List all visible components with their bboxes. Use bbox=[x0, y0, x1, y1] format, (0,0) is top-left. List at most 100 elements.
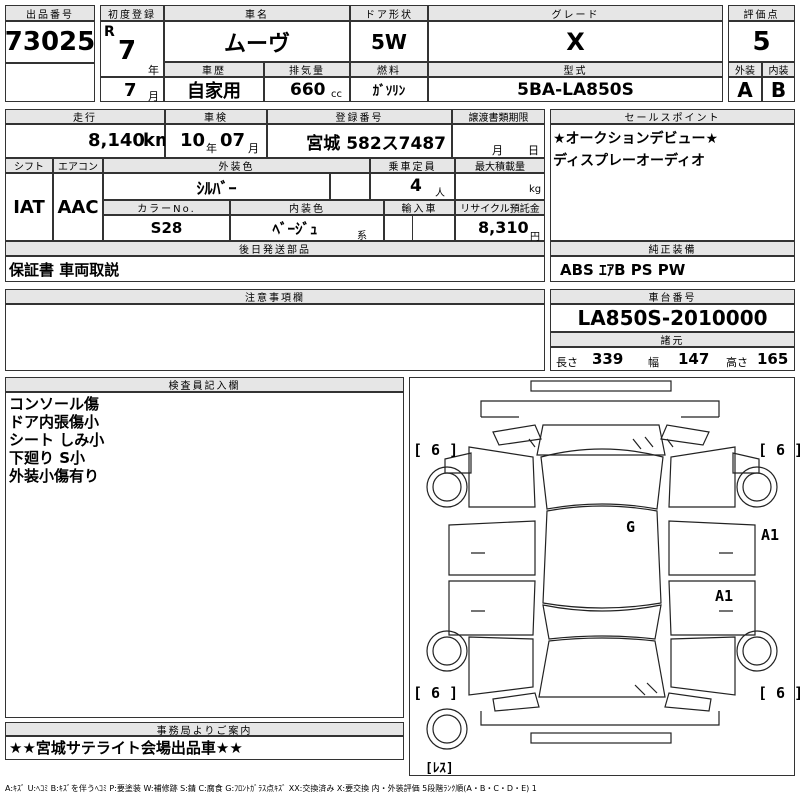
fender-rear-right bbox=[670, 636, 736, 696]
int-label: 内装 bbox=[762, 62, 795, 77]
capacity-value: 4 bbox=[410, 176, 422, 196]
chassis-number: LA850S-2010000 bbox=[577, 306, 768, 330]
wheel-front-right-inner bbox=[742, 472, 772, 502]
front-bumper-outline bbox=[480, 400, 720, 417]
score-label: 評価点 bbox=[728, 5, 795, 21]
lot-blank bbox=[5, 63, 95, 102]
later-parts-label: 後日発送部品 bbox=[5, 241, 545, 256]
load-label: 最大積載量 bbox=[455, 158, 545, 173]
legend-text: A:ｷｽﾞ U:ﾍｺﾐ B:ｷｽﾞを伴うﾍｺﾐ P:要塗装 W:補修跡 S:錆 … bbox=[5, 784, 537, 793]
office-value: ★★宮城サテライト会場出品車★★ bbox=[9, 739, 243, 757]
spare-tire-inner bbox=[432, 714, 462, 744]
later-parts-value: 保証書 車両取説 bbox=[9, 261, 120, 279]
inspection-year: 10 bbox=[180, 130, 206, 151]
door-rear-right bbox=[668, 580, 756, 636]
door-front-right bbox=[668, 520, 756, 576]
color-label: 外装色 bbox=[103, 158, 370, 173]
type-value: 5BA-LA850S bbox=[517, 79, 634, 100]
score-value: 5 bbox=[752, 26, 771, 57]
windshield bbox=[540, 448, 664, 510]
transfer-day: 日 bbox=[528, 144, 539, 157]
sales-point-label: セールスポイント bbox=[550, 109, 795, 124]
fender-front-left bbox=[468, 446, 536, 508]
ext-label: 外装 bbox=[728, 62, 762, 77]
rear-glass-hatch bbox=[634, 682, 658, 696]
door-front-left bbox=[448, 520, 536, 576]
history-label: 車歴 bbox=[164, 62, 264, 77]
capacity-unit: 人 bbox=[435, 188, 445, 199]
mark-front-left-tire: [ 6 ] bbox=[413, 441, 459, 459]
inspector-line-2: ドア内張傷小 bbox=[9, 413, 100, 431]
reg-month: 7 bbox=[124, 80, 137, 101]
inspection-month: 07 bbox=[220, 130, 246, 151]
mark-rear-tire: [ﾚｽ] bbox=[425, 761, 454, 776]
rear-hatch bbox=[538, 637, 666, 698]
history-value: 自家用 bbox=[187, 80, 241, 102]
inspection-year-unit: 年 bbox=[206, 142, 217, 155]
caution-label: 注意事項欄 bbox=[5, 289, 545, 304]
recycle-label: リサイクル預託金 bbox=[455, 200, 545, 215]
spec-label: 諸元 bbox=[550, 332, 795, 347]
width-label: 幅 bbox=[648, 356, 659, 369]
capacity-label: 乗車定員 bbox=[370, 158, 455, 173]
reg-month-unit: 月 bbox=[148, 90, 159, 103]
headlight-right bbox=[660, 424, 710, 446]
color-no-value: S28 bbox=[150, 219, 183, 237]
rear-bumper-outline bbox=[480, 711, 720, 726]
rear-glass bbox=[542, 604, 662, 640]
reg-era: R bbox=[104, 24, 115, 40]
displacement-unit: cc bbox=[331, 89, 342, 100]
import-label: 輸入車 bbox=[384, 200, 455, 215]
genuine-equipment-value: ABS ｴｱB PS PW bbox=[560, 261, 686, 279]
interior-color-label: 内装色 bbox=[230, 200, 384, 215]
grade-label: グレード bbox=[428, 5, 723, 21]
type-label: 型式 bbox=[428, 62, 723, 77]
roof bbox=[542, 505, 662, 609]
color-value: ｼﾙﾊﾞｰ bbox=[196, 178, 237, 198]
door-type: 5W bbox=[371, 29, 407, 54]
ac-value: AAC bbox=[57, 196, 99, 218]
hood bbox=[536, 424, 666, 456]
chassis-label: 車台番号 bbox=[550, 289, 795, 304]
inspector-line-5: 外装小傷有り bbox=[9, 467, 100, 485]
lot-label: 出品番号 bbox=[5, 5, 95, 21]
load-unit: kg bbox=[529, 184, 542, 195]
fuel-label: 燃料 bbox=[350, 62, 428, 77]
color-blank bbox=[330, 173, 370, 200]
reg-year-unit: 年 bbox=[148, 64, 159, 77]
office-label: 事務局よりご案内 bbox=[5, 722, 404, 736]
mark-rear-left-tire: [ 6 ] bbox=[413, 684, 459, 702]
inspection-month-unit: 月 bbox=[248, 142, 259, 155]
mark-front-right-tire: [ 6 ] bbox=[758, 441, 800, 459]
rear-bumper-bottom bbox=[530, 732, 672, 744]
color-no-label: カラーNo. bbox=[103, 200, 230, 215]
displacement-label: 排気量 bbox=[264, 62, 350, 77]
inspector-line-1: コンソール傷 bbox=[9, 395, 100, 413]
sales-point-line-1: ★オークションデビュー★ bbox=[553, 131, 719, 147]
int-score: B bbox=[770, 77, 787, 102]
ext-score: A bbox=[737, 77, 753, 102]
transfer-label: 譲渡書類期限 bbox=[452, 109, 545, 124]
fender-rear-left bbox=[468, 636, 534, 696]
wheel-rear-left-inner bbox=[432, 636, 462, 666]
import-box-inner bbox=[412, 215, 455, 241]
inspector-label: 検査員記入欄 bbox=[5, 377, 404, 392]
wheel-front-left-inner bbox=[432, 472, 462, 502]
front-bumper-top bbox=[530, 380, 672, 392]
length-label: 長さ bbox=[556, 356, 578, 369]
model-label: 車名 bbox=[164, 5, 350, 21]
fuel-value: ｶﾞｿﾘﾝ bbox=[372, 84, 406, 99]
genuine-equipment-label: 純正装備 bbox=[550, 241, 795, 256]
model-name: ムーヴ bbox=[223, 31, 290, 57]
headlight-left bbox=[492, 424, 542, 446]
grade-value: X bbox=[566, 27, 585, 56]
fender-front-right bbox=[668, 446, 736, 508]
displacement-value: 660 bbox=[290, 80, 326, 100]
length-value: 339 bbox=[592, 350, 624, 368]
sales-point-line-2: ディスプレーオーディオ bbox=[553, 153, 706, 169]
taillight-left bbox=[492, 692, 540, 712]
door-label: ドア形状 bbox=[350, 5, 428, 21]
caution-box bbox=[5, 304, 545, 371]
mark-windshield-g: G bbox=[626, 518, 636, 536]
height-label: 高さ bbox=[726, 356, 748, 369]
